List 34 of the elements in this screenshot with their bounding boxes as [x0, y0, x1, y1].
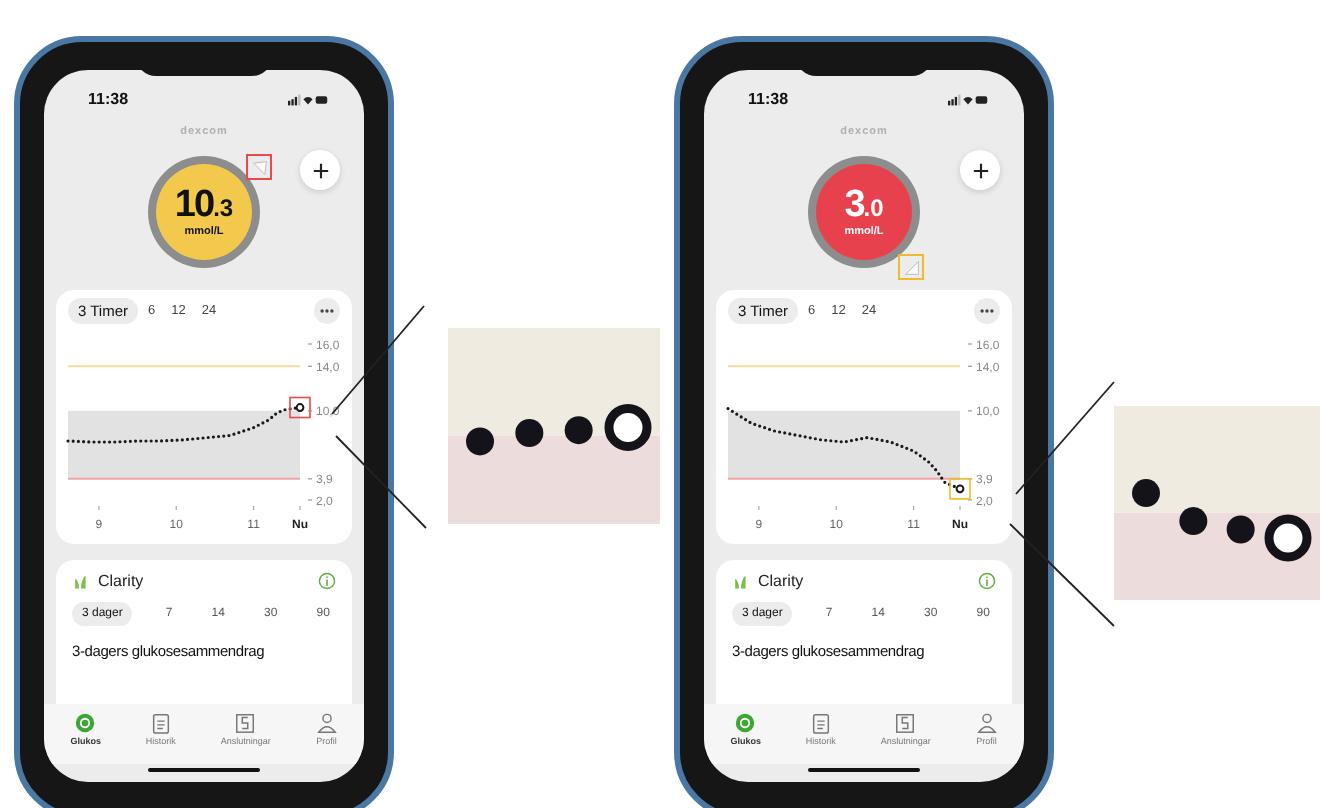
status-icons: [948, 93, 988, 105]
status-time: 11:38: [748, 90, 789, 108]
clarity-title: Clarity: [758, 572, 804, 590]
info-icon: [318, 572, 336, 590]
clipboard-icon: [809, 711, 832, 733]
connection-icon: [234, 711, 257, 733]
current-point: [955, 484, 965, 494]
highlight-box: [949, 478, 971, 500]
more-icon: [320, 308, 334, 314]
profile-icon: [975, 711, 998, 733]
status-time: 11:38: [88, 90, 129, 108]
info-icon: [978, 572, 996, 590]
trend-arrow-icon: [903, 259, 919, 275]
leaf-icon: [732, 573, 748, 589]
more-button[interactable]: [314, 298, 340, 324]
add-button[interactable]: [300, 150, 340, 190]
highlight-box: [289, 396, 311, 419]
status-icons: [288, 93, 328, 105]
more-icon: [980, 308, 994, 314]
clarity-title: Clarity: [98, 572, 144, 590]
trend-arrow-icon: [251, 159, 267, 175]
connection-icon: [894, 711, 917, 733]
plus-icon: [971, 161, 989, 179]
more-button[interactable]: [974, 298, 1000, 324]
add-button[interactable]: [960, 150, 1000, 190]
profile-icon: [315, 711, 338, 733]
glucose-icon: [74, 711, 97, 733]
plus-icon: [311, 161, 329, 179]
home-indicator: [808, 767, 920, 772]
clipboard-icon: [149, 711, 172, 733]
leaf-icon: [72, 573, 88, 589]
glucose-icon: [734, 711, 757, 733]
home-indicator: [148, 767, 260, 772]
current-point: [295, 403, 305, 412]
